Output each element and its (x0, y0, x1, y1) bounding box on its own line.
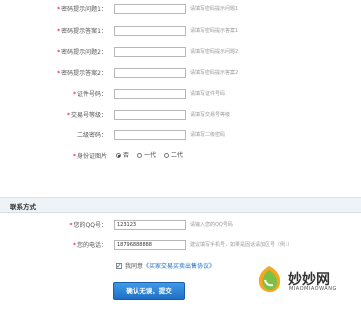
field-hint: 请填写证件号码 (190, 91, 226, 97)
agreement-row: 我同意《买家交易买卖出售协议》 (116, 261, 215, 272)
form-row-q2: *密码提示问题2： 请填写密码提示问题2 (0, 47, 361, 59)
phone-input[interactable]: 18796888888 (114, 240, 186, 250)
form-row-second-password: 二级密码： 请填写二级密码 (0, 130, 361, 142)
field-hint: 请填写密码提示答案1 (190, 28, 239, 34)
password-answer-1-input[interactable] (114, 26, 186, 36)
qq-input[interactable]: 123123 (114, 220, 186, 230)
field-hint: 建议填写手机号，如果是固话请加区号（例：） (190, 242, 293, 248)
radio-option-none[interactable]: 否 (116, 152, 129, 159)
field-label: *密码提示答案2： (57, 70, 107, 77)
password-answer-2-input[interactable] (114, 68, 186, 78)
agreement-prefix: 我同意 (125, 263, 144, 270)
field-hint: 请填写密码提示答案2 (190, 70, 239, 76)
watermark-subtitle: MIAOMIAOWANG (289, 286, 337, 292)
field-hint: 请填写交易号等级 (190, 112, 231, 118)
field-hint: 请填写密码提示问题2 (190, 49, 239, 55)
field-label: *交易号等级： (66, 112, 107, 119)
field-label: 二级密码： (76, 132, 107, 139)
field-label: *密码提示问题1： (57, 6, 107, 13)
field-label: *证件号码： (72, 91, 107, 98)
miaomiao-logo-icon (258, 266, 281, 292)
field-label: *身份证图片 (72, 153, 107, 160)
section-header: 联系方式 (0, 198, 361, 213)
id-number-input[interactable] (114, 89, 186, 99)
radio-button[interactable] (116, 153, 121, 158)
radio-button[interactable] (136, 153, 142, 158)
field-hint: 请输入您的QQ号码 (190, 222, 233, 228)
password-question-2-input[interactable] (114, 47, 186, 57)
agreement-checkbox[interactable] (116, 261, 122, 271)
form-row-trade-level: *交易号等级： 请填写交易号等级 (0, 110, 361, 122)
radio-button[interactable] (163, 153, 169, 158)
form-row-a1: *密码提示答案1： 请填写密码提示答案1 (0, 26, 361, 38)
submit-button[interactable]: 确认无误，提交 (113, 282, 185, 300)
form-row-qq: *您的QQ号： 123123 请输入您的QQ号码 (0, 220, 361, 232)
id-photo-radio-group: 否 一代 二代 (116, 151, 189, 161)
radio-option-second-gen[interactable]: 二代 (163, 152, 183, 159)
second-password-input[interactable] (114, 130, 186, 140)
form-row-id-number: *证件号码： 请填写证件号码 (0, 89, 361, 101)
form-row-q1: *密码提示问题1： 请填写密码提示问题1 (0, 4, 361, 16)
section-title: 联系方式 (10, 203, 36, 211)
password-question-1-input[interactable] (114, 4, 186, 14)
field-hint: 请填写密码提示问题1 (190, 6, 239, 12)
field-label: *密码提示答案1： (57, 28, 107, 35)
field-label: *密码提示问题2： (57, 49, 107, 56)
watermark: 妙妙网 MIAOMIAOWANG (254, 262, 361, 310)
form-row-a2: *密码提示答案2： 请填写密码提示答案2 (0, 68, 361, 80)
field-label: *您的电话： (72, 242, 107, 249)
form-row-id-photo: *身份证图片 否 一代 二代 (0, 151, 361, 163)
form-row-phone: *您的电话： 18796888888 建议填写手机号，如果是固话请加区号（例：） (0, 240, 361, 252)
radio-option-first-gen[interactable]: 一代 (136, 152, 156, 159)
agreement-link[interactable]: 《买家交易买卖出售协议》 (143, 263, 215, 270)
trade-level-input[interactable] (114, 110, 186, 120)
field-label: *您的QQ号： (69, 222, 107, 229)
field-hint: 请填写二级密码 (190, 132, 226, 138)
